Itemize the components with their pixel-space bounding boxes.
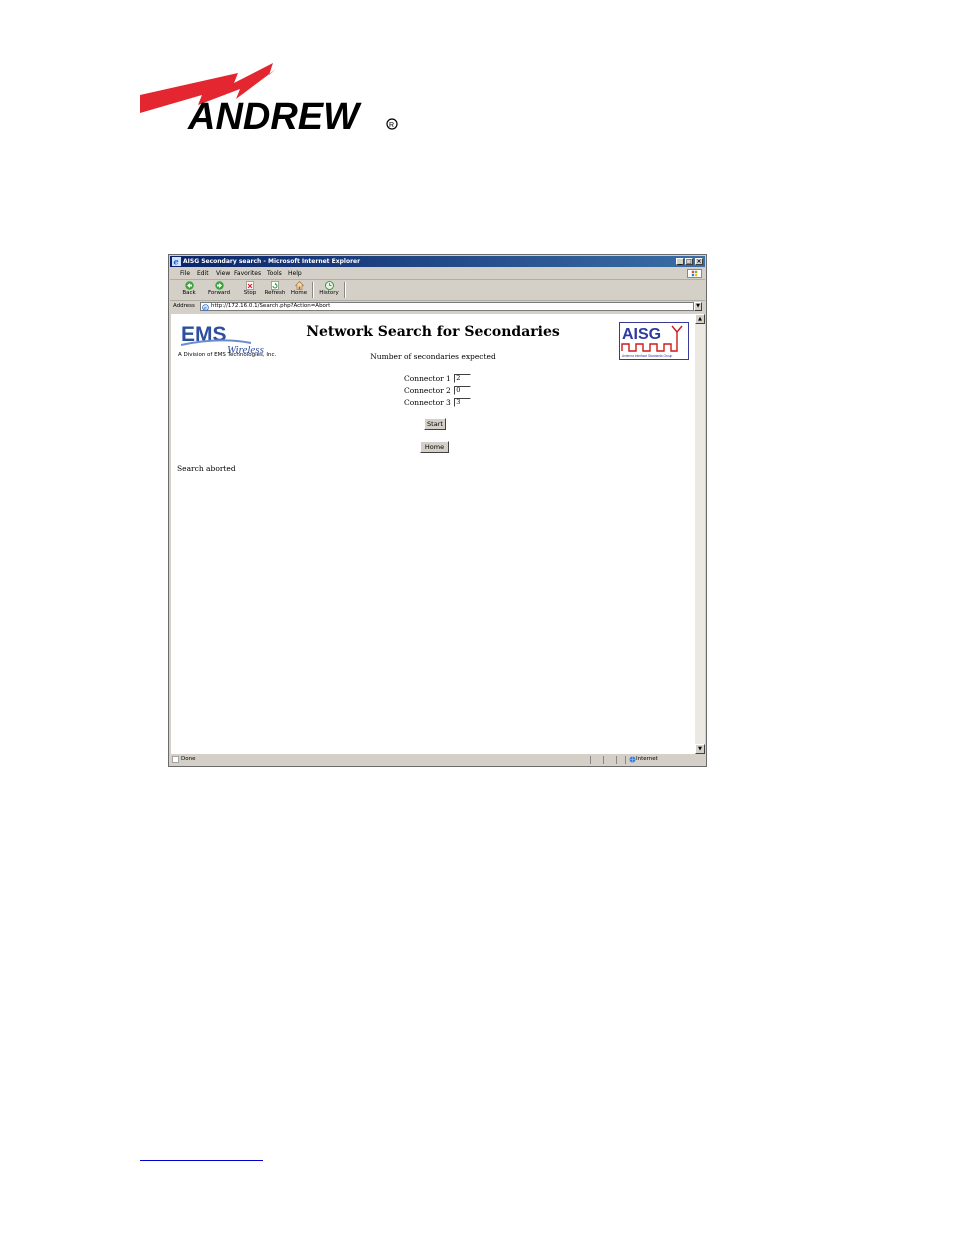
toolbar-separator [312, 282, 314, 298]
connector-3-input[interactable]: 3 [454, 397, 472, 407]
status-divider [616, 756, 617, 764]
history-button[interactable]: History [317, 281, 341, 296]
menu-tools[interactable]: Tools [267, 268, 282, 279]
internet-zone-icon [629, 756, 636, 763]
maximize-button[interactable]: □ [685, 258, 693, 265]
connector-1-row: Connector 1 2 [404, 373, 472, 383]
ie-icon: e [172, 257, 181, 266]
svg-text:e: e [204, 306, 207, 311]
browser-window: e AISG Secondary search - Microsoft Inte… [168, 254, 707, 767]
andrew-logo-text: ANDREW [187, 96, 362, 135]
connector-1-input[interactable]: 2 [454, 373, 472, 383]
windows-logo-icon [687, 269, 702, 278]
refresh-button[interactable]: Refresh [263, 281, 287, 296]
address-label: Address [173, 303, 195, 309]
address-input[interactable]: e http://172.16.0.1/Search.php?Action=Ab… [200, 302, 694, 311]
home-icon [294, 281, 304, 290]
address-dropdown-button[interactable]: ▼ [694, 302, 702, 311]
stop-label: Stop [243, 290, 257, 296]
footer-link-underline [140, 1160, 263, 1161]
back-arrow-icon [184, 281, 194, 290]
connector-2-row: Connector 2 0 [404, 385, 472, 395]
forward-label: Forward [207, 290, 231, 296]
address-bar: Address e http://172.16.0.1/Search.php?A… [170, 301, 705, 312]
stop-button[interactable]: Stop [242, 281, 258, 296]
forward-arrow-icon [214, 281, 224, 290]
start-button[interactable]: Start [424, 418, 446, 430]
status-zone: Internet [636, 756, 658, 762]
forward-button[interactable]: Forward [206, 281, 232, 296]
andrew-logo: ANDREW R [140, 63, 398, 135]
page-done-icon [172, 756, 179, 763]
connector-3-label: Connector 3 [404, 397, 451, 407]
status-divider [590, 756, 591, 764]
toolbar-separator [344, 282, 346, 298]
connector-2-label: Connector 2 [404, 385, 451, 395]
menu-bar: File Edit View Favorites Tools Help [170, 268, 705, 280]
menu-help[interactable]: Help [288, 268, 302, 279]
status-text: Done [181, 756, 196, 762]
status-divider [603, 756, 604, 764]
history-label: History [319, 290, 339, 296]
status-bar: Done Internet [170, 754, 705, 765]
scroll-down-button[interactable]: ▼ [695, 744, 705, 754]
refresh-icon [271, 281, 279, 290]
refresh-label: Refresh [264, 290, 286, 296]
page-viewport: EMS Wireless A Division of EMS Technolog… [171, 314, 695, 754]
history-icon [324, 281, 334, 290]
connector-2-input[interactable]: 0 [454, 385, 472, 395]
page-icon: e [202, 304, 209, 311]
stop-icon [246, 281, 254, 290]
secondaries-expected-label: Number of secondaries expected [370, 352, 496, 361]
connector-1-label: Connector 1 [404, 373, 451, 383]
title-bar[interactable]: e AISG Secondary search - Microsoft Inte… [170, 256, 705, 267]
toolbar: Back Forward Stop Refresh Home History [170, 280, 705, 301]
menu-edit[interactable]: Edit [197, 268, 209, 279]
vertical-scrollbar[interactable]: ▲ ▼ [695, 314, 705, 754]
menu-favorites[interactable]: Favorites [234, 268, 261, 279]
svg-text:e: e [174, 257, 179, 266]
home-button[interactable]: Home [420, 441, 449, 453]
aisg-logo-text: AISG [622, 326, 661, 343]
home-toolbar-button[interactable]: Home [290, 281, 308, 296]
minimize-button[interactable]: _ [676, 258, 684, 265]
scroll-up-button[interactable]: ▲ [695, 314, 705, 324]
search-status-message: Search aborted [177, 464, 236, 473]
window-title: AISG Secondary search - Microsoft Intern… [183, 258, 361, 265]
status-divider [625, 756, 626, 764]
svg-text:R: R [389, 122, 394, 129]
home-label: Home [290, 290, 308, 296]
back-label: Back [182, 290, 196, 296]
page-title: Network Search for Secondaries [306, 324, 560, 340]
menu-file[interactable]: File [180, 268, 190, 279]
address-url: http://172.16.0.1/Search.php?Action=Abor… [211, 303, 331, 309]
close-button[interactable]: × [695, 258, 703, 265]
menu-view[interactable]: View [216, 268, 230, 279]
connector-3-row: Connector 3 3 [404, 397, 472, 407]
back-button[interactable]: Back [178, 281, 200, 296]
